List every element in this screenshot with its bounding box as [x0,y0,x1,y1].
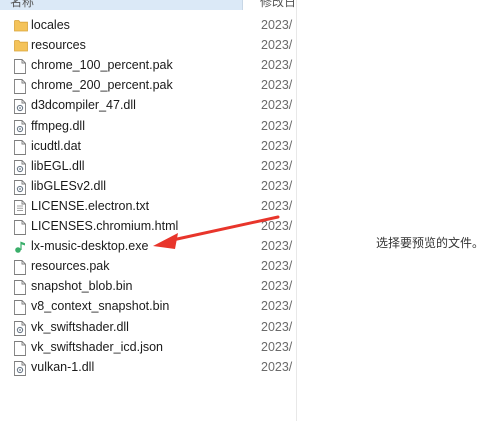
annotation-arrow [153,215,280,249]
arrow-shaft [166,215,280,243]
arrow-head [153,233,178,249]
